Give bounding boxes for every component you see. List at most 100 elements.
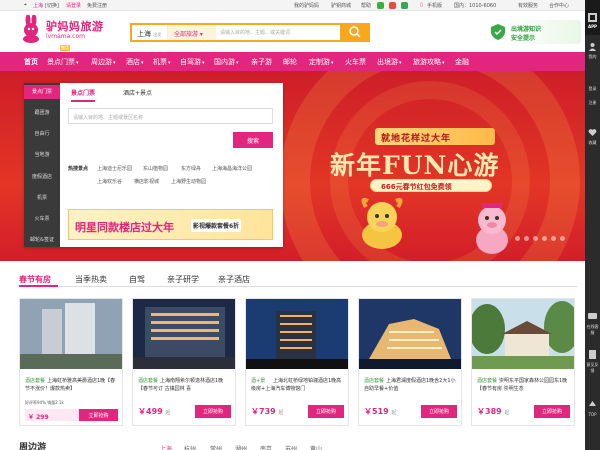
search-button[interactable] xyxy=(340,23,370,42)
search-city-select[interactable]: 上海 出发 xyxy=(132,25,168,40)
tab-hotel-scenic[interactable]: 酒店+景点 xyxy=(123,88,152,97)
register-link[interactable]: 免费注册 xyxy=(87,2,107,9)
nav-outbound[interactable]: 出境游▾ xyxy=(377,57,402,67)
mall-link[interactable]: 驴钥商城 xyxy=(331,2,351,9)
nav-domestic[interactable]: 国内游▾ xyxy=(214,57,239,67)
side-item-resort[interactable]: 度假酒店 xyxy=(24,173,60,180)
city-tab[interactable]: 上海 xyxy=(160,444,172,450)
product-card[interactable]: 酒+景 上海北虹桥绿地铂骊酒店1晚高级房+上海汽车博物馆门 ￥739 起 立即抢… xyxy=(245,298,349,426)
card-title[interactable]: 上海君澜度假酒店1晚含2大1小自助早餐+价值 xyxy=(364,377,458,393)
rail-app[interactable]: APP xyxy=(585,0,600,35)
carousel-dot[interactable] xyxy=(542,236,547,241)
nav-train[interactable]: 火车票 xyxy=(345,57,366,67)
card-title[interactable]: 崇明东平国家森林公园园东1晚【春节有房 崇明生态 xyxy=(477,377,571,393)
brand-name[interactable]: 驴妈妈旅游 xyxy=(46,18,104,34)
rail-feedback[interactable]: 意见反馈 xyxy=(585,362,600,374)
nav-flight[interactable]: 机票▾ xyxy=(153,57,171,67)
phone-icon[interactable] xyxy=(401,2,408,9)
feedback-icon[interactable] xyxy=(588,350,597,359)
buy-button[interactable]: 立即抢购 xyxy=(79,409,118,421)
carousel-dot[interactable] xyxy=(524,236,529,241)
nav-finance[interactable]: 金融 xyxy=(455,57,469,67)
city-tab[interactable]: 湖州 xyxy=(235,444,247,450)
hot-link[interactable]: 东方绿舟 xyxy=(181,165,201,172)
carousel-dot[interactable] xyxy=(533,236,538,241)
nav-nearby[interactable]: 周边游▾ xyxy=(91,57,116,67)
buy-button[interactable]: 立即抢购 xyxy=(421,405,457,418)
hot-link[interactable]: 东山植物园 xyxy=(143,165,168,172)
user-icon[interactable] xyxy=(588,42,597,51)
hot-link[interactable]: 上海海昌海洋公园 xyxy=(212,165,252,172)
help-link[interactable]: 帮助 xyxy=(361,2,371,9)
city-tab[interactable]: 南京 xyxy=(260,444,272,450)
rail-login[interactable]: 登录 xyxy=(585,86,600,92)
tab-family-hotel[interactable]: 亲子酒店 xyxy=(218,274,250,285)
nav-guide[interactable]: 旅游攻略▾ xyxy=(413,57,445,67)
carousel-dot[interactable] xyxy=(551,236,556,241)
search-input[interactable]: 请输入目的地、主题、或关键词 xyxy=(220,29,290,36)
card-title[interactable]: 上海虹桥雅高美爵酒店1晚【春节不涨价！爆款热卖】 xyxy=(25,377,119,393)
search-category-select[interactable]: 全部旅游 ▾ xyxy=(168,25,216,40)
weibo-icon[interactable] xyxy=(389,2,396,9)
nav-custom[interactable]: 定制游▾ xyxy=(309,57,334,67)
card-title[interactable]: 上海南翔希尔顿逸林酒店1晚【春节可订 古镇园林 喜 xyxy=(138,377,232,393)
switch-city-link[interactable]: [切换] xyxy=(45,2,59,9)
rail-top[interactable]: TOP xyxy=(585,412,600,417)
mobile-link[interactable]: 手机版 xyxy=(427,2,442,9)
city-tab[interactable]: 杭州 xyxy=(184,444,196,450)
hot-link[interactable]: 上海野生动物园 xyxy=(171,178,206,185)
side-item-local[interactable]: 当地游 xyxy=(24,151,60,158)
partner-link[interactable]: 合作中心 xyxy=(549,2,569,9)
side-item-train[interactable]: 火车票 xyxy=(24,215,60,222)
product-card[interactable]: 酒店套餐 上海君澜度假酒店1晚含2大1小自助早餐+价值 ￥519 起 立即抢购 xyxy=(358,298,462,426)
rail-favorite[interactable]: 收藏 xyxy=(585,140,600,146)
brand-tag: 微信 xyxy=(60,45,70,51)
chat-icon[interactable] xyxy=(588,312,597,321)
tab-spring-festival[interactable]: 春节有房 xyxy=(19,274,51,285)
side-item-free[interactable]: 自由行 xyxy=(24,130,60,137)
buy-button[interactable]: 立即抢购 xyxy=(195,405,231,418)
panel-promo-banner[interactable]: 明星同款楼店过大年 影视爆款套餐6折 xyxy=(68,209,273,240)
nav-tickets[interactable]: 景点门票▾ xyxy=(47,57,79,67)
heart-icon[interactable] xyxy=(588,128,597,137)
nav-cruise[interactable]: 邮轮 xyxy=(283,57,297,67)
city-tab[interactable]: 苏州 xyxy=(285,444,297,450)
city-tab[interactable]: 黄山 xyxy=(310,444,322,450)
card-title[interactable]: 上海北虹桥绿地铂骊酒店1晚高级房+上海汽车博物馆门 xyxy=(251,377,345,393)
buy-button[interactable]: 立即抢购 xyxy=(308,405,344,418)
service-link[interactable]: 有效服务 xyxy=(518,2,538,9)
wechat-icon[interactable] xyxy=(377,2,384,9)
hot-link[interactable]: 上海欢乐谷 xyxy=(97,178,122,185)
city-tab[interactable]: 常州 xyxy=(210,444,222,450)
panel-search-button[interactable]: 搜索 xyxy=(233,132,273,148)
tab-tickets[interactable]: 景点门票 xyxy=(71,88,96,102)
product-card[interactable]: 酒店套餐 崇明东平国家森林公园园东1晚【春节有房 崇明生态 ￥389 起 立即抢… xyxy=(471,298,575,426)
destination-input[interactable]: 请输入目的地、主题或景区名称 xyxy=(68,108,273,124)
nav-hotel[interactable]: 酒店▾ xyxy=(126,57,144,67)
hot-link[interactable]: 上海迪士尼乐园 xyxy=(97,165,132,172)
rail-my[interactable]: 我的 xyxy=(585,54,600,60)
my-lvmama-link[interactable]: 我的驴妈妈 xyxy=(294,2,319,9)
tab-selfdrive[interactable]: 自驾 xyxy=(129,274,145,285)
side-item-tickets[interactable]: 景点门票 xyxy=(24,85,60,99)
carousel-dot[interactable] xyxy=(560,236,565,241)
rail-register[interactable]: 注册 xyxy=(585,100,600,106)
donkey-logo-icon[interactable] xyxy=(19,15,43,43)
buy-button[interactable]: 立即抢购 xyxy=(534,405,570,418)
tab-study[interactable]: 亲子研学 xyxy=(167,274,199,285)
side-item-flight[interactable]: 机票 xyxy=(24,194,60,201)
arrow-up-icon[interactable] xyxy=(588,400,597,409)
product-card[interactable]: 酒店套餐 上海南翔希尔顿逸林酒店1晚【春节可订 古镇园林 喜 ￥499 起 立即… xyxy=(132,298,236,426)
carousel-dot[interactable] xyxy=(515,236,520,241)
promo-banner[interactable]: 出境游知识 安全提示 xyxy=(483,20,581,44)
product-card[interactable]: 酒店套餐 上海虹桥雅高美爵酒店1晚【春节不涨价！爆款热卖】 好评率94% 销量2… xyxy=(19,298,123,426)
side-item-group[interactable]: 跟团游 xyxy=(24,109,60,116)
nav-home[interactable]: 首页 xyxy=(24,57,38,67)
nav-family[interactable]: 亲子游 xyxy=(251,57,272,67)
side-item-cruise[interactable]: 邮轮&签证 xyxy=(24,236,60,243)
tab-season-hot[interactable]: 当季热卖 xyxy=(75,274,107,285)
login-link[interactable]: 请登录 xyxy=(66,2,81,9)
hot-link[interactable]: 横店影视城 xyxy=(134,178,159,185)
rail-service[interactable]: 在线客服 xyxy=(585,324,600,336)
nav-selfdrive[interactable]: 自驾游▾ xyxy=(180,57,205,67)
